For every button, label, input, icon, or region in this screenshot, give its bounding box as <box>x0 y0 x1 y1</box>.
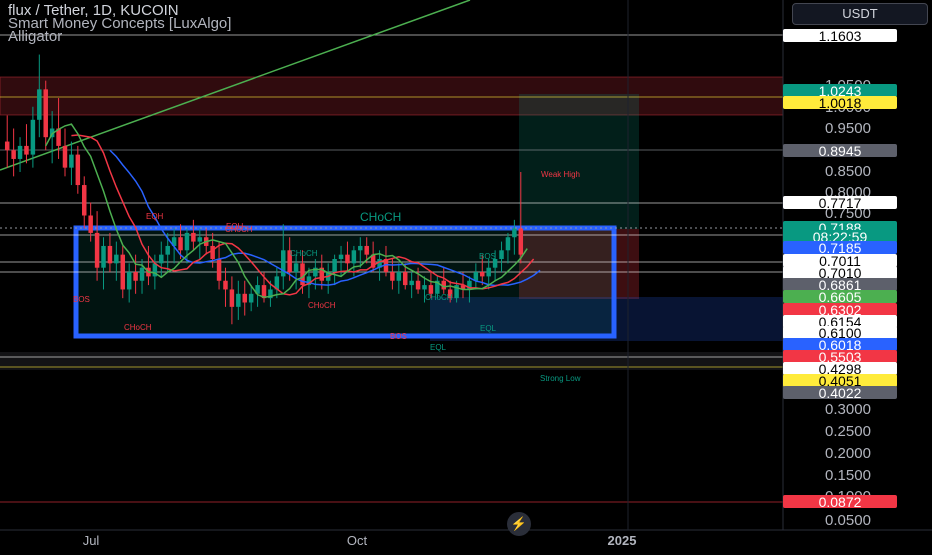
candle-body <box>512 228 517 238</box>
candle-body <box>396 272 402 281</box>
y-tick-label: 0.0500 <box>825 512 871 529</box>
candle-body <box>69 154 74 168</box>
chart-annotation: CHoCH <box>308 301 336 310</box>
indicator-alligator-label[interactable]: Alligator <box>8 28 62 45</box>
candle-body <box>126 272 132 290</box>
candle-body <box>165 245 170 255</box>
y-tick-label: 0.3000 <box>825 401 871 418</box>
price-label-text: 1.0018 <box>819 95 862 111</box>
candle-body <box>120 254 126 290</box>
chart-annotation: EQH <box>226 222 244 231</box>
premium-zone <box>0 76 784 116</box>
candle-body <box>338 254 344 259</box>
chart-annotation: BOS <box>479 252 496 261</box>
candle-body <box>505 237 511 251</box>
candle-body <box>75 154 81 186</box>
candle-body <box>486 267 491 277</box>
chart-annotation: BOS <box>73 295 90 304</box>
candle-body <box>293 263 299 273</box>
chart-annotation: CHoCH <box>290 249 318 258</box>
candle-body <box>197 237 203 242</box>
candle-body <box>409 280 414 286</box>
candle-body <box>415 280 421 290</box>
candle-body <box>159 254 164 264</box>
candle-body <box>184 232 190 251</box>
candle-body <box>281 250 286 277</box>
chart-annotation: Weak High <box>541 170 580 179</box>
candle-body <box>390 272 395 281</box>
candle-body <box>133 272 138 281</box>
candle-body <box>11 150 16 159</box>
candle-body <box>17 145 23 159</box>
x-tick-label: Jul <box>83 533 100 548</box>
x-tick-label: Oct <box>347 533 368 548</box>
candle-body <box>332 259 337 273</box>
auto-scale-icon[interactable]: ⚡ <box>507 512 531 536</box>
price-label-text: 0.7717 <box>819 195 862 211</box>
candle-body <box>37 89 42 120</box>
x-tick-label: 2025 <box>608 533 637 548</box>
candle-body <box>480 272 485 277</box>
candle-body <box>43 89 48 138</box>
chart-annotation: BOS <box>390 332 407 341</box>
chart-annotation: Strong Low <box>540 374 581 383</box>
candle-body <box>229 289 235 307</box>
candle-body <box>242 293 247 303</box>
candle-body <box>88 215 93 233</box>
candle-body <box>114 254 119 264</box>
price-label-text: 1.1603 <box>819 28 862 44</box>
candle-body <box>139 267 145 281</box>
candle-body <box>236 293 241 307</box>
chart-annotation: CHoCH <box>425 293 453 302</box>
candle-body <box>62 145 68 168</box>
candle-body <box>30 119 36 155</box>
long-target-zone <box>519 94 639 229</box>
candle-body <box>178 237 183 251</box>
candle-body <box>499 250 504 259</box>
price-label-text: 0.4022 <box>819 385 862 401</box>
candle-body <box>210 245 215 259</box>
chart-annotation: CHoCH <box>124 323 152 332</box>
chart[interactable]: Weak High Strong Low CHoCH CHoCH CHoCH CHoCH C… <box>0 0 932 550</box>
candle-body <box>101 245 106 268</box>
price-label-text: 0.8945 <box>819 143 862 159</box>
y-tick-label: 0.2000 <box>825 445 871 462</box>
chart-annotation: EQH <box>146 212 164 221</box>
chart-annotation: EQL <box>480 324 497 333</box>
candle-body <box>422 285 427 290</box>
candle-body <box>216 259 222 281</box>
candle-body <box>24 145 29 155</box>
candle-body <box>107 245 113 264</box>
currency-button[interactable]: USDT <box>792 3 928 25</box>
candle-body <box>358 245 363 251</box>
candle-body <box>191 232 196 242</box>
chart-annotation: CHoCH <box>360 210 401 224</box>
candle-body <box>223 280 228 290</box>
candle-body <box>402 272 408 286</box>
candle-body <box>518 228 524 255</box>
y-tick-label: 0.2500 <box>825 423 871 440</box>
candle-body <box>345 254 350 264</box>
candle-body <box>94 232 100 268</box>
chart-svg[interactable]: Weak High Strong Low CHoCH CHoCH CHoCH CHoCH C… <box>0 0 932 550</box>
y-tick-label: 0.1500 <box>825 467 871 484</box>
candle-body <box>364 245 369 255</box>
candle-body <box>82 185 87 216</box>
demand-zone <box>430 297 783 341</box>
y-tick-label: 0.8500 <box>825 163 871 180</box>
price-label-text: 0.0872 <box>819 494 862 510</box>
candle-body <box>4 141 10 151</box>
candle-body <box>248 293 254 303</box>
chart-annotation: EQL <box>430 343 447 352</box>
candle-body <box>351 250 357 264</box>
y-tick-label: 0.9500 <box>825 120 871 137</box>
